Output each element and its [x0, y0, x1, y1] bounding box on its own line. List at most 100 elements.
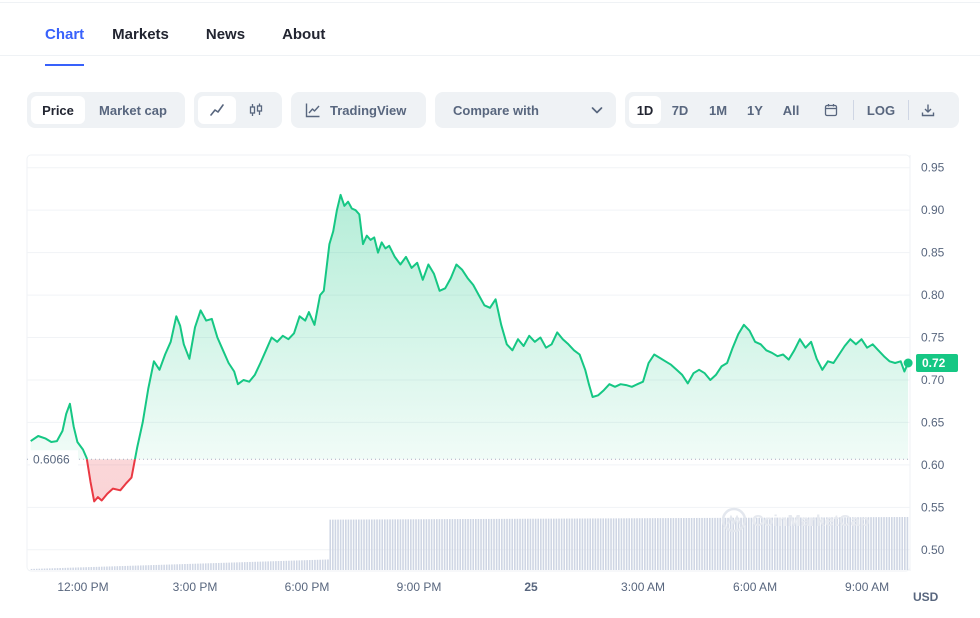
volume-bar — [280, 560, 282, 570]
volume-bar — [376, 519, 378, 570]
volume-bar — [651, 518, 654, 570]
volume-bar — [103, 566, 106, 570]
volume-bar — [173, 564, 176, 570]
volume-bar — [667, 518, 670, 570]
volume-bar — [197, 563, 199, 570]
volume-bar — [67, 567, 69, 570]
volume-bar — [875, 517, 878, 570]
volume-bar — [610, 518, 612, 570]
volume-bar — [542, 518, 545, 570]
volume-bar — [150, 565, 152, 570]
volume-bar — [269, 561, 272, 570]
volume-bar — [303, 560, 306, 570]
volume-bar — [420, 519, 423, 570]
price-chart[interactable]: CoinMarketCap 12:00 PM 3:00 PM 6:00 PM 9:00… — [0, 0, 980, 618]
volume-bar — [311, 559, 314, 570]
volume-bar — [394, 519, 397, 570]
volume-bar — [254, 561, 256, 570]
volume-bar — [454, 519, 456, 570]
volume-bar — [412, 519, 415, 570]
volume-bar — [207, 563, 210, 570]
volume-bar — [64, 567, 67, 570]
volume-bar — [534, 518, 537, 570]
volume-bar — [327, 559, 329, 570]
volume-bar — [885, 517, 888, 570]
volume-bar — [485, 518, 488, 570]
volume-bar — [160, 564, 163, 570]
volume-bar — [716, 517, 719, 570]
volume-bar — [90, 567, 93, 570]
volume-bar — [373, 519, 376, 570]
volume-bar — [878, 517, 880, 570]
volume-bar — [56, 568, 59, 570]
volume-bar — [43, 568, 46, 570]
volume-bar — [33, 568, 35, 570]
volume-bar — [329, 519, 332, 570]
volume-bar — [602, 518, 605, 570]
price-area-up — [30, 194, 909, 460]
volume-bar — [537, 518, 540, 570]
volume-bar — [236, 562, 238, 570]
volume-bar — [46, 568, 48, 570]
volume-bar — [441, 519, 443, 570]
volume-bar — [430, 519, 433, 570]
volume-bar — [163, 564, 165, 570]
volume-bar — [168, 564, 171, 570]
volume-bar — [688, 518, 690, 570]
volume-bar — [540, 518, 542, 570]
volume-bar — [381, 519, 384, 570]
volume-bar — [646, 518, 649, 570]
volume-bar — [690, 517, 693, 570]
volume-bar — [61, 567, 64, 570]
volume-bar — [178, 564, 181, 570]
volume-bar — [165, 564, 168, 570]
volume-bar — [288, 560, 290, 570]
volume-bar — [449, 519, 451, 570]
volume-bar — [264, 561, 267, 570]
volume-bar — [623, 518, 625, 570]
volume-bar — [521, 518, 524, 570]
volume-bar — [171, 564, 173, 570]
volume-bar — [558, 518, 560, 570]
volume-bar — [417, 519, 420, 570]
volume-bar — [641, 518, 644, 570]
volume-bar — [316, 559, 319, 570]
y-tick-label: 0.80 — [921, 288, 945, 302]
volume-bar — [225, 562, 228, 570]
volume-bar — [41, 568, 43, 570]
volume-bar — [72, 567, 74, 570]
volume-bar — [599, 518, 602, 570]
volume-bar — [238, 562, 241, 570]
volume-bar — [888, 517, 891, 570]
volume-bar — [443, 519, 446, 570]
volume-bar — [701, 517, 703, 570]
volume-bar — [495, 518, 498, 570]
volume-bar — [142, 565, 145, 570]
volume-bar — [272, 561, 275, 570]
volume-bar — [636, 518, 638, 570]
volume-bar — [355, 519, 358, 570]
volume-bar — [371, 519, 373, 570]
volume-bar — [121, 566, 124, 570]
volume-bar — [597, 518, 599, 570]
volume-bar — [683, 518, 685, 570]
current-price-label: 0.72 — [922, 356, 946, 370]
volume-bar — [566, 518, 568, 570]
volume-bar — [93, 566, 95, 570]
volume-bar — [631, 518, 633, 570]
volume-bar — [243, 562, 246, 570]
x-tick-label: 6:00 PM — [285, 580, 330, 594]
volume-bar — [644, 518, 646, 570]
y-tick-label: 0.65 — [921, 415, 945, 429]
volume-bar — [693, 517, 696, 570]
volume-bar — [880, 517, 883, 570]
volume-bar — [386, 519, 389, 570]
volume-bar — [59, 568, 61, 570]
volume-bar — [555, 518, 558, 570]
volume-bar — [407, 519, 410, 570]
volume-bar — [220, 562, 223, 570]
volume-bar — [147, 565, 150, 570]
volume-bar — [680, 518, 683, 570]
volume-bar — [285, 560, 288, 570]
volume-bar — [339, 519, 342, 570]
